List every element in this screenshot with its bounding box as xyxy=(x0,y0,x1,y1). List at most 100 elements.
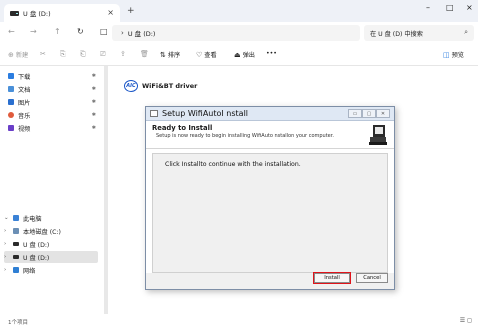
pin-icon: ✱ xyxy=(91,125,96,131)
close-window-button[interactable]: × xyxy=(466,3,473,12)
sidebar-item-documents[interactable]: 文档 ✱ xyxy=(8,83,102,95)
cancel-button[interactable]: Cancel xyxy=(356,273,388,283)
eject-label: 弹出 xyxy=(242,52,255,59)
sort-button[interactable]: ⇅ 排序 xyxy=(160,50,180,60)
dialog-close-button[interactable]: ✕ xyxy=(376,109,390,118)
pin-icon: ✱ xyxy=(91,99,96,105)
maximize-button[interactable]: □ xyxy=(446,3,454,12)
delete-button[interactable]: 🗑 xyxy=(140,50,149,58)
preview-label: 预览 xyxy=(451,52,464,59)
new-icon: ⊕ xyxy=(8,50,14,59)
usb-drive-icon xyxy=(10,10,19,16)
sidebar-item-music[interactable]: 音乐 ✱ xyxy=(8,109,102,121)
dialog-body: Click Installto continue with the instal… xyxy=(152,153,388,273)
back-button[interactable]: ← xyxy=(8,27,15,36)
minimize-button[interactable]: – xyxy=(426,3,430,12)
new-label: 新建 xyxy=(15,52,29,59)
usb-drive-icon xyxy=(13,242,19,246)
computer-icon: □ xyxy=(100,27,108,36)
refresh-button[interactable]: ↻ xyxy=(77,27,84,36)
chevron-down-icon[interactable]: ⌄ xyxy=(4,215,12,221)
usb-drive-icon xyxy=(13,255,19,259)
dialog-message: Click Installto continue with the instal… xyxy=(165,161,301,168)
sidebar-item-label: U 盘 (D:) xyxy=(23,254,50,262)
chevron-right-icon[interactable]: › xyxy=(4,267,12,273)
sidebar-item-usb-drive-selected[interactable]: › U 盘 (D:) xyxy=(4,251,98,263)
hard-drive-icon xyxy=(13,228,19,234)
search-icon[interactable]: ⌕ xyxy=(464,28,468,37)
breadcrumb-usb-drive[interactable]: U 盘 (D:) xyxy=(128,28,156,38)
sidebar-item-pictures[interactable]: 图片 ✱ xyxy=(8,96,102,108)
pin-icon: ✱ xyxy=(91,112,96,118)
music-icon xyxy=(8,112,14,118)
sidebar-item-usb-drive[interactable]: › U 盘 (D:) xyxy=(4,238,98,250)
view-toggle-icons[interactable]: ☰ ◻ xyxy=(460,317,472,324)
sort-icon: ⇅ xyxy=(160,50,166,59)
dialog-header: Ready to Install Setup is now ready to b… xyxy=(146,121,394,149)
file-item-wifi-bt-driver[interactable]: AIC WiFi&BT driver xyxy=(124,80,197,92)
videos-icon xyxy=(8,125,14,131)
documents-icon xyxy=(8,86,14,92)
rename-icon: ⎚ xyxy=(100,50,106,58)
sidebar-item-label: 音乐 xyxy=(18,112,31,120)
paste-button[interactable]: ⎗ xyxy=(80,50,86,59)
item-count: 1个项目 xyxy=(8,320,28,326)
computer-icon xyxy=(13,215,19,221)
cut-button[interactable]: ✂ xyxy=(40,50,46,58)
chevron-right-icon[interactable]: › xyxy=(4,228,12,234)
sidebar-item-label: 下载 xyxy=(18,73,31,81)
dialog-maximize-button[interactable]: ▢ xyxy=(362,109,376,118)
tab-label: U 盘 (D:) xyxy=(23,10,51,18)
pictures-icon xyxy=(8,99,14,105)
pin-icon: ✱ xyxy=(91,73,96,79)
view-label: 查看 xyxy=(204,52,217,59)
new-button[interactable]: ⊕ 新建 xyxy=(8,50,29,60)
sidebar-item-videos[interactable]: 视频 ✱ xyxy=(8,122,102,134)
file-name: WiFi&BT driver xyxy=(142,82,198,90)
share-icon: ⇪ xyxy=(120,50,126,58)
breadcrumb-chevron-icon: › xyxy=(121,29,124,37)
dialog-title: Setup WifiAutoI nstall xyxy=(162,109,249,118)
address-bar[interactable]: › U 盘 (D:) xyxy=(112,25,360,41)
view-icon: ♡ xyxy=(196,50,203,59)
eject-icon: ⏏ xyxy=(234,50,241,59)
tab-usb-drive[interactable]: U 盘 (D:) × xyxy=(4,4,120,22)
status-bar: 1个项目 ☰ ◻ xyxy=(0,314,478,329)
downloads-icon xyxy=(8,73,14,79)
preview-button[interactable]: ◫ 预览 xyxy=(443,50,464,60)
search-input[interactable]: 在 U 盘 (D) 中搜索 ⌕ xyxy=(364,25,474,41)
title-bar: U 盘 (D:) × + – □ × xyxy=(0,0,478,22)
up-button[interactable]: ↑ xyxy=(54,27,61,36)
computer-install-icon xyxy=(369,125,387,145)
delete-icon: 🗑 xyxy=(140,50,149,58)
dialog-minimize-button[interactable]: ▭ xyxy=(348,109,362,118)
chevron-right-icon[interactable]: › xyxy=(4,241,12,247)
copy-icon: ⎘ xyxy=(60,50,66,58)
tab-close-icon[interactable]: × xyxy=(107,8,114,17)
forward-button[interactable]: → xyxy=(30,27,37,36)
chevron-right-icon[interactable]: › xyxy=(4,254,12,260)
dialog-heading: Ready to Install xyxy=(152,124,213,132)
pin-icon: ✱ xyxy=(91,86,96,92)
dialog-footer: Install Cancel xyxy=(146,272,394,289)
install-button[interactable]: Install xyxy=(313,272,351,284)
setup-app-icon xyxy=(150,110,158,117)
sidebar-item-label: U 盘 (D:) xyxy=(23,241,50,249)
rename-button[interactable]: ⎚ xyxy=(100,50,106,59)
copy-button[interactable]: ⎘ xyxy=(60,50,66,59)
sidebar-item-network[interactable]: › 网络 xyxy=(4,264,98,276)
setup-dialog: Setup WifiAutoI nstall ▭ ▢ ✕ Ready to In… xyxy=(145,106,395,290)
sidebar-item-downloads[interactable]: 下载 ✱ xyxy=(8,70,102,82)
view-button[interactable]: ♡ 查看 xyxy=(196,50,217,60)
network-icon xyxy=(13,267,19,273)
eject-button[interactable]: ⏏ 弹出 xyxy=(234,50,255,60)
search-placeholder: 在 U 盘 (D) 中搜索 xyxy=(370,30,423,38)
sidebar-item-local-disk[interactable]: › 本地磁盘 (C:) xyxy=(4,225,98,237)
cut-icon: ✂ xyxy=(40,50,46,58)
more-button[interactable]: ••• xyxy=(266,50,277,57)
navigation-pane: 下载 ✱ 文档 ✱ 图片 ✱ 音乐 ✱ 视频 ✱ ⌄ 此电脑 › 本地磁盘 (C… xyxy=(0,66,104,314)
sidebar-item-label: 本地磁盘 (C:) xyxy=(23,228,61,236)
share-button[interactable]: ⇪ xyxy=(120,50,126,58)
sidebar-item-this-pc[interactable]: ⌄ 此电脑 xyxy=(4,212,98,224)
new-tab-button[interactable]: + xyxy=(127,6,135,16)
